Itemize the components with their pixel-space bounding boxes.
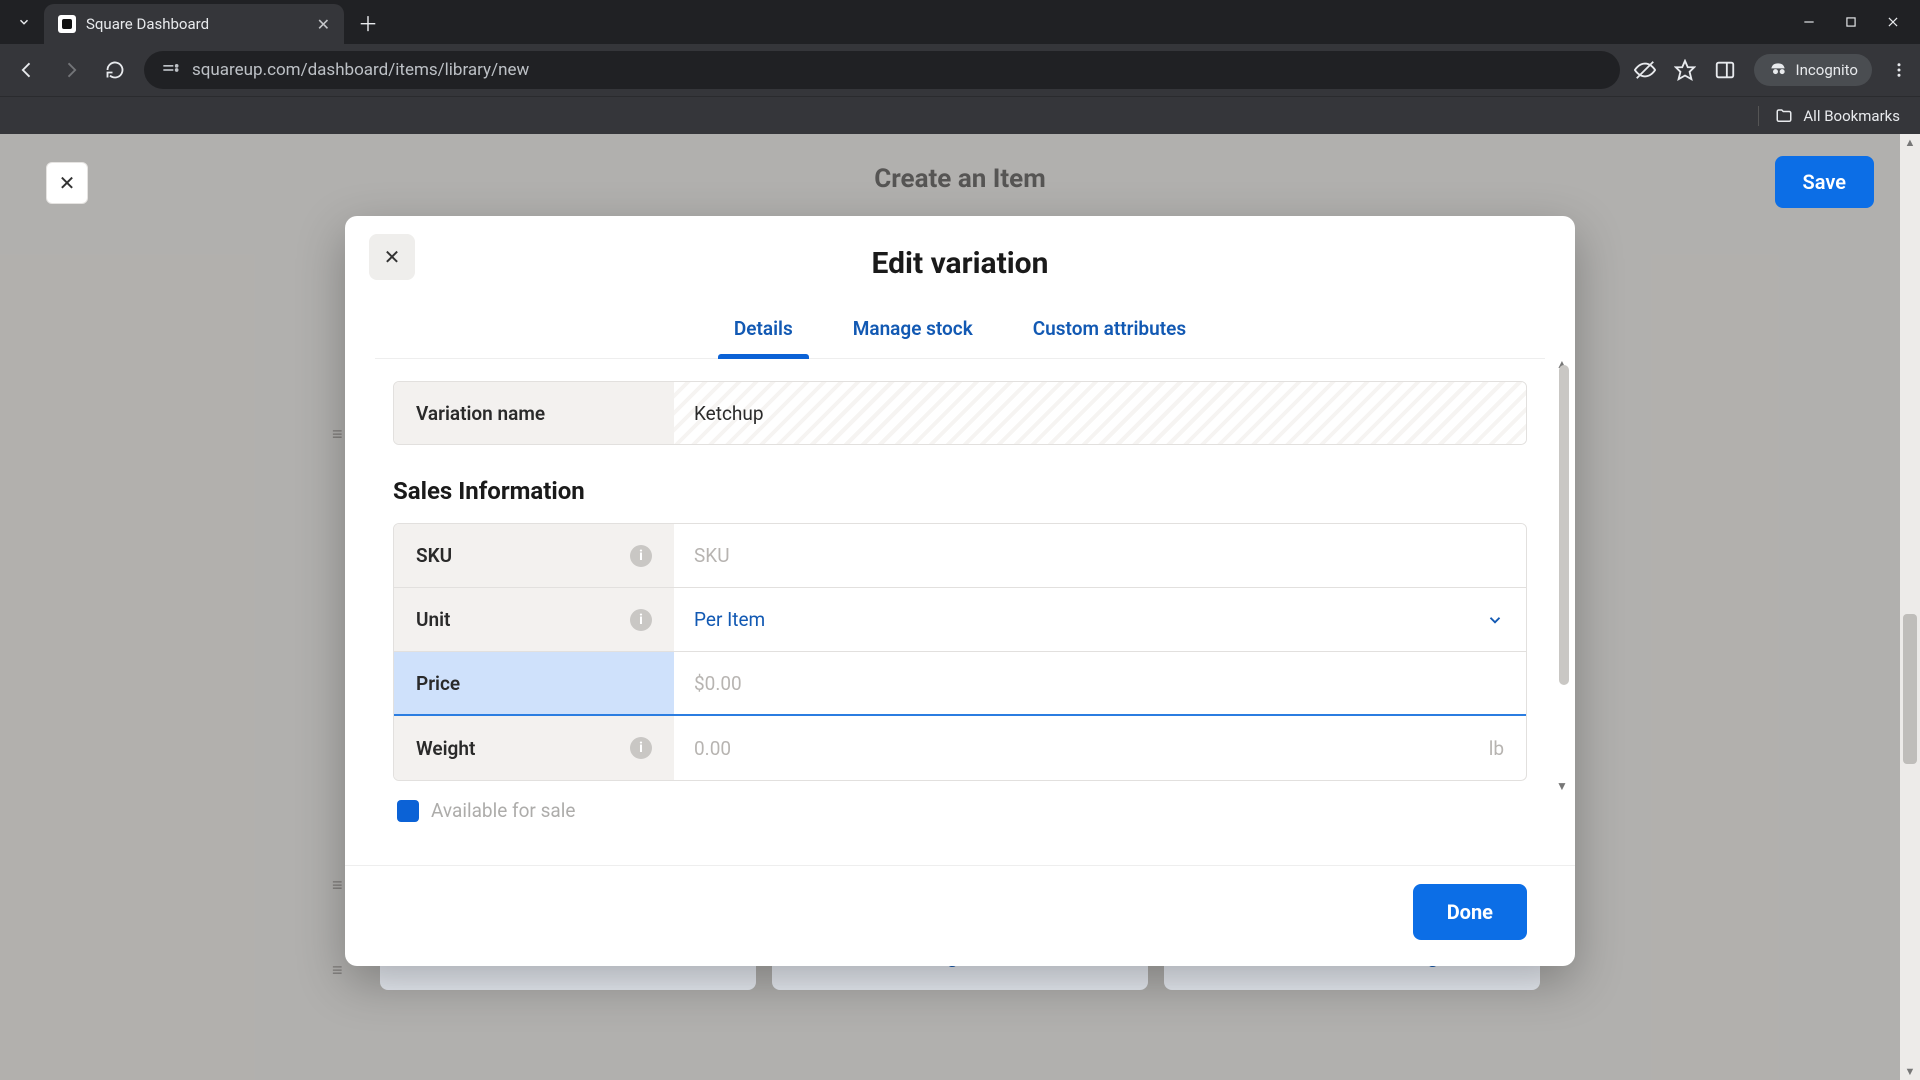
- modal-tabs: Details Manage stock Custom attributes: [375, 303, 1545, 359]
- sku-label: SKU i: [394, 524, 674, 587]
- address-bar[interactable]: squareup.com/dashboard/items/library/new: [144, 51, 1620, 89]
- weight-unit-suffix: lb: [1489, 716, 1526, 780]
- maximize-icon[interactable]: [1844, 15, 1858, 29]
- scroll-thumb[interactable]: [1903, 614, 1917, 764]
- price-label: Price: [394, 652, 674, 714]
- browser-tab-strip: Square Dashboard ✕ ＋: [0, 0, 1920, 44]
- url-text: squareup.com/dashboard/items/library/new: [192, 60, 529, 80]
- incognito-icon: [1768, 60, 1788, 80]
- modal-body: ▲ ▼ Variation name Sales Information SKU…: [345, 359, 1575, 865]
- incognito-label: Incognito: [1796, 61, 1858, 79]
- sales-information-heading: Sales Information: [393, 477, 1527, 505]
- all-bookmarks-link[interactable]: All Bookmarks: [1803, 107, 1900, 125]
- side-panel-icon[interactable]: [1714, 59, 1736, 81]
- variation-name-label: Variation name: [394, 382, 674, 444]
- site-info-icon[interactable]: [160, 60, 180, 80]
- checkbox-checked-icon[interactable]: [397, 800, 419, 822]
- tab-close-icon[interactable]: ✕: [317, 15, 330, 34]
- folder-icon: [1775, 107, 1793, 125]
- price-row: Price: [394, 652, 1526, 716]
- tab-manage-stock[interactable]: Manage stock: [847, 303, 979, 358]
- modal-title: Edit variation: [375, 246, 1545, 281]
- minimize-icon[interactable]: [1802, 15, 1816, 29]
- modal-close-button[interactable]: ✕: [369, 234, 415, 280]
- unit-row: Unit i Per Item: [394, 588, 1526, 652]
- available-for-sale-row[interactable]: Available for sale: [393, 781, 1527, 822]
- price-input[interactable]: [674, 652, 1526, 714]
- browser-tab[interactable]: Square Dashboard ✕: [44, 4, 344, 44]
- close-window-icon[interactable]: [1886, 15, 1900, 29]
- tab-details[interactable]: Details: [728, 303, 799, 358]
- modal-header: ✕ Edit variation Details Manage stock Cu…: [345, 216, 1575, 359]
- weight-row: Weight i lb: [394, 716, 1526, 780]
- incognito-badge[interactable]: Incognito: [1754, 54, 1872, 86]
- save-button-label: Save: [1803, 170, 1846, 194]
- sales-info-fields: SKU i Unit i Per Item Price: [393, 523, 1527, 781]
- kebab-menu-icon[interactable]: [1890, 61, 1908, 79]
- info-icon[interactable]: i: [630, 609, 652, 631]
- scroll-up-arrow[interactable]: ▲: [1903, 136, 1917, 149]
- modal-scrollbar-thumb[interactable]: [1559, 365, 1569, 685]
- bookmark-star-icon[interactable]: [1674, 59, 1696, 81]
- window-controls: [1802, 15, 1910, 29]
- square-favicon: [58, 15, 76, 33]
- sku-input[interactable]: [674, 524, 1526, 587]
- available-for-sale-label: Available for sale: [431, 799, 575, 822]
- new-tab-button[interactable]: ＋: [352, 6, 384, 38]
- unit-value-text: Per Item: [694, 608, 765, 631]
- tab-search-dropdown[interactable]: [10, 8, 38, 36]
- scroll-down-arrow[interactable]: ▼: [1903, 1065, 1917, 1078]
- bookmarks-bar: All Bookmarks: [0, 96, 1920, 134]
- done-button-label: Done: [1447, 900, 1493, 924]
- price-label-text: Price: [416, 672, 460, 695]
- weight-input[interactable]: [674, 716, 1489, 780]
- tab-custom-attributes-label: Custom attributes: [1033, 317, 1186, 340]
- save-button[interactable]: Save: [1775, 156, 1874, 208]
- tab-details-label: Details: [734, 317, 793, 340]
- info-icon[interactable]: i: [630, 545, 652, 567]
- page-close-button[interactable]: ✕: [46, 162, 88, 204]
- modal-footer: Done: [345, 865, 1575, 966]
- browser-toolbar: squareup.com/dashboard/items/library/new…: [0, 44, 1920, 96]
- done-button[interactable]: Done: [1413, 884, 1527, 940]
- unit-select[interactable]: Per Item: [674, 588, 1486, 651]
- viewport-scrollbar[interactable]: ▲ ▼: [1900, 134, 1920, 1080]
- weight-label: Weight i: [394, 716, 674, 780]
- variation-name-label-text: Variation name: [416, 402, 545, 425]
- chevron-down-icon[interactable]: [1486, 588, 1526, 651]
- weight-label-text: Weight: [416, 737, 475, 760]
- tab-custom-attributes[interactable]: Custom attributes: [1027, 303, 1192, 358]
- unit-label-text: Unit: [416, 608, 450, 631]
- sku-label-text: SKU: [416, 544, 452, 567]
- variation-name-row: Variation name: [393, 381, 1527, 445]
- back-button[interactable]: [12, 55, 42, 85]
- reload-button[interactable]: [100, 55, 130, 85]
- variation-name-input[interactable]: [674, 382, 1526, 444]
- forward-button[interactable]: [56, 55, 86, 85]
- tab-title: Square Dashboard: [86, 15, 209, 33]
- edit-variation-modal: ✕ Edit variation Details Manage stock Cu…: [345, 216, 1575, 966]
- modal-scroll-down-arrow[interactable]: ▼: [1555, 779, 1569, 793]
- tab-manage-stock-label: Manage stock: [853, 317, 973, 340]
- page-viewport: Create an Item ≡ ≡ ≡ ✕ Save ▲ ▼ Create v…: [0, 134, 1920, 1080]
- sku-row: SKU i: [394, 524, 1526, 588]
- info-icon[interactable]: i: [630, 737, 652, 759]
- eye-off-icon[interactable]: [1634, 59, 1656, 81]
- unit-label: Unit i: [394, 588, 674, 651]
